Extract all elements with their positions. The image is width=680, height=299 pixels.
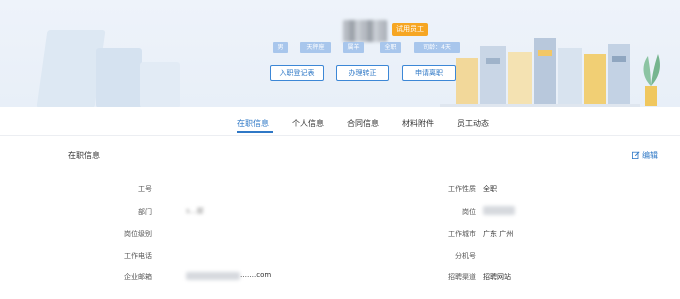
tenure-tag: 司龄：4天 bbox=[414, 42, 460, 53]
profile-header-banner: 试用员工 男 天秤座 属羊 全职 司龄：4天 入职登记表 办理转正 申请离职 bbox=[0, 0, 680, 107]
department-value: s…部 bbox=[186, 207, 204, 215]
company-email-label: 企业邮箱 bbox=[124, 273, 152, 281]
job-level-label: 岗位级别 bbox=[124, 230, 152, 238]
company-email-value: …….com bbox=[240, 271, 272, 279]
tab-personal-info[interactable]: 个人信息 bbox=[292, 118, 324, 129]
shelf-line bbox=[440, 104, 640, 107]
header-action-buttons: 入职登记表 办理转正 申请离职 bbox=[0, 65, 680, 81]
edit-label: 编辑 bbox=[642, 151, 658, 160]
employee-tag-list: 男 天秤座 属羊 全职 司龄：4天 bbox=[0, 42, 680, 53]
onboarding-form-button[interactable]: 入职登记表 bbox=[270, 65, 324, 81]
edit-button[interactable]: 编辑 bbox=[632, 150, 658, 161]
employment-type-value: 全职 bbox=[483, 185, 497, 193]
tab-employment-info[interactable]: 在职信息 bbox=[237, 118, 269, 129]
chinese-zodiac-tag: 属羊 bbox=[343, 42, 364, 53]
confirm-regular-button[interactable]: 办理转正 bbox=[336, 65, 389, 81]
position-redacted bbox=[483, 206, 515, 215]
email-redacted bbox=[186, 272, 240, 280]
work-city-value: 广东 广州 bbox=[483, 230, 514, 238]
gender-tag: 男 bbox=[273, 42, 288, 53]
tab-attachments[interactable]: 材料附件 bbox=[402, 118, 434, 129]
employee-name-redacted bbox=[343, 20, 387, 42]
work-phone-label: 工作电话 bbox=[124, 252, 152, 260]
position-label: 岗位 bbox=[462, 208, 476, 216]
employee-no-label: 工号 bbox=[138, 185, 152, 193]
section-title: 在职信息 bbox=[68, 151, 100, 160]
employment-type-tag: 全职 bbox=[380, 42, 401, 53]
apply-resignation-button[interactable]: 申请离职 bbox=[402, 65, 456, 81]
tab-contract-info[interactable]: 合同信息 bbox=[347, 118, 379, 129]
extension-label: 分机号 bbox=[455, 252, 476, 260]
probation-status-badge: 试用员工 bbox=[392, 23, 428, 36]
edit-icon bbox=[632, 151, 640, 159]
recruit-channel-value: 招聘网站 bbox=[483, 273, 511, 281]
employment-type-label: 工作性质 bbox=[448, 185, 476, 193]
work-city-label: 工作城市 bbox=[448, 230, 476, 238]
tab-employee-activity[interactable]: 员工动态 bbox=[457, 118, 489, 129]
active-tab-indicator bbox=[237, 131, 273, 133]
profile-tabs: 在职信息 个人信息 合同信息 材料附件 员工动态 bbox=[0, 114, 680, 136]
department-label: 部门 bbox=[138, 208, 152, 216]
zodiac-tag: 天秤座 bbox=[300, 42, 331, 53]
recruit-channel-label: 招聘渠道 bbox=[448, 273, 476, 281]
